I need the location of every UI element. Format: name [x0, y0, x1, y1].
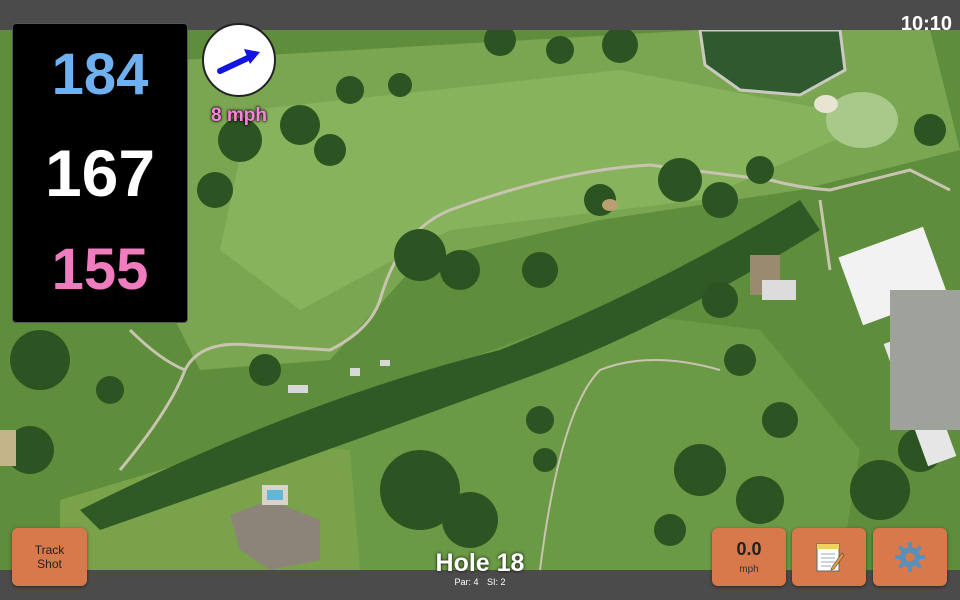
hole-par: Par: 4 — [454, 577, 479, 587]
gear-icon — [895, 542, 925, 572]
center-distance: 167 — [44, 136, 156, 210]
hole-stroke-index: SI: 2 — [487, 577, 506, 587]
front-distance: 155 — [51, 237, 149, 302]
speed-value: 0.0 — [736, 539, 762, 559]
hole-title: Hole 18 — [435, 549, 525, 577]
wind-speed-label: 8 mph — [211, 105, 267, 126]
track-shot-button[interactable]: Track Shot — [12, 528, 87, 586]
wind-indicator[interactable] — [202, 23, 276, 97]
speed-button[interactable]: 0.0 mph — [712, 528, 786, 586]
track-shot-label-line1: Track — [34, 543, 65, 557]
back-distance: 184 — [51, 42, 149, 107]
settings-button[interactable] — [873, 528, 947, 586]
distance-panel: 184 167 155 — [12, 23, 188, 323]
wind-arrow-icon — [217, 49, 260, 74]
hole-info: Par: 4 SI: 2 — [380, 577, 580, 587]
notepad-icon — [816, 543, 844, 572]
notes-button[interactable] — [792, 528, 866, 586]
speed-unit: mph — [739, 564, 759, 575]
track-shot-label-line2: Shot — [37, 557, 62, 571]
